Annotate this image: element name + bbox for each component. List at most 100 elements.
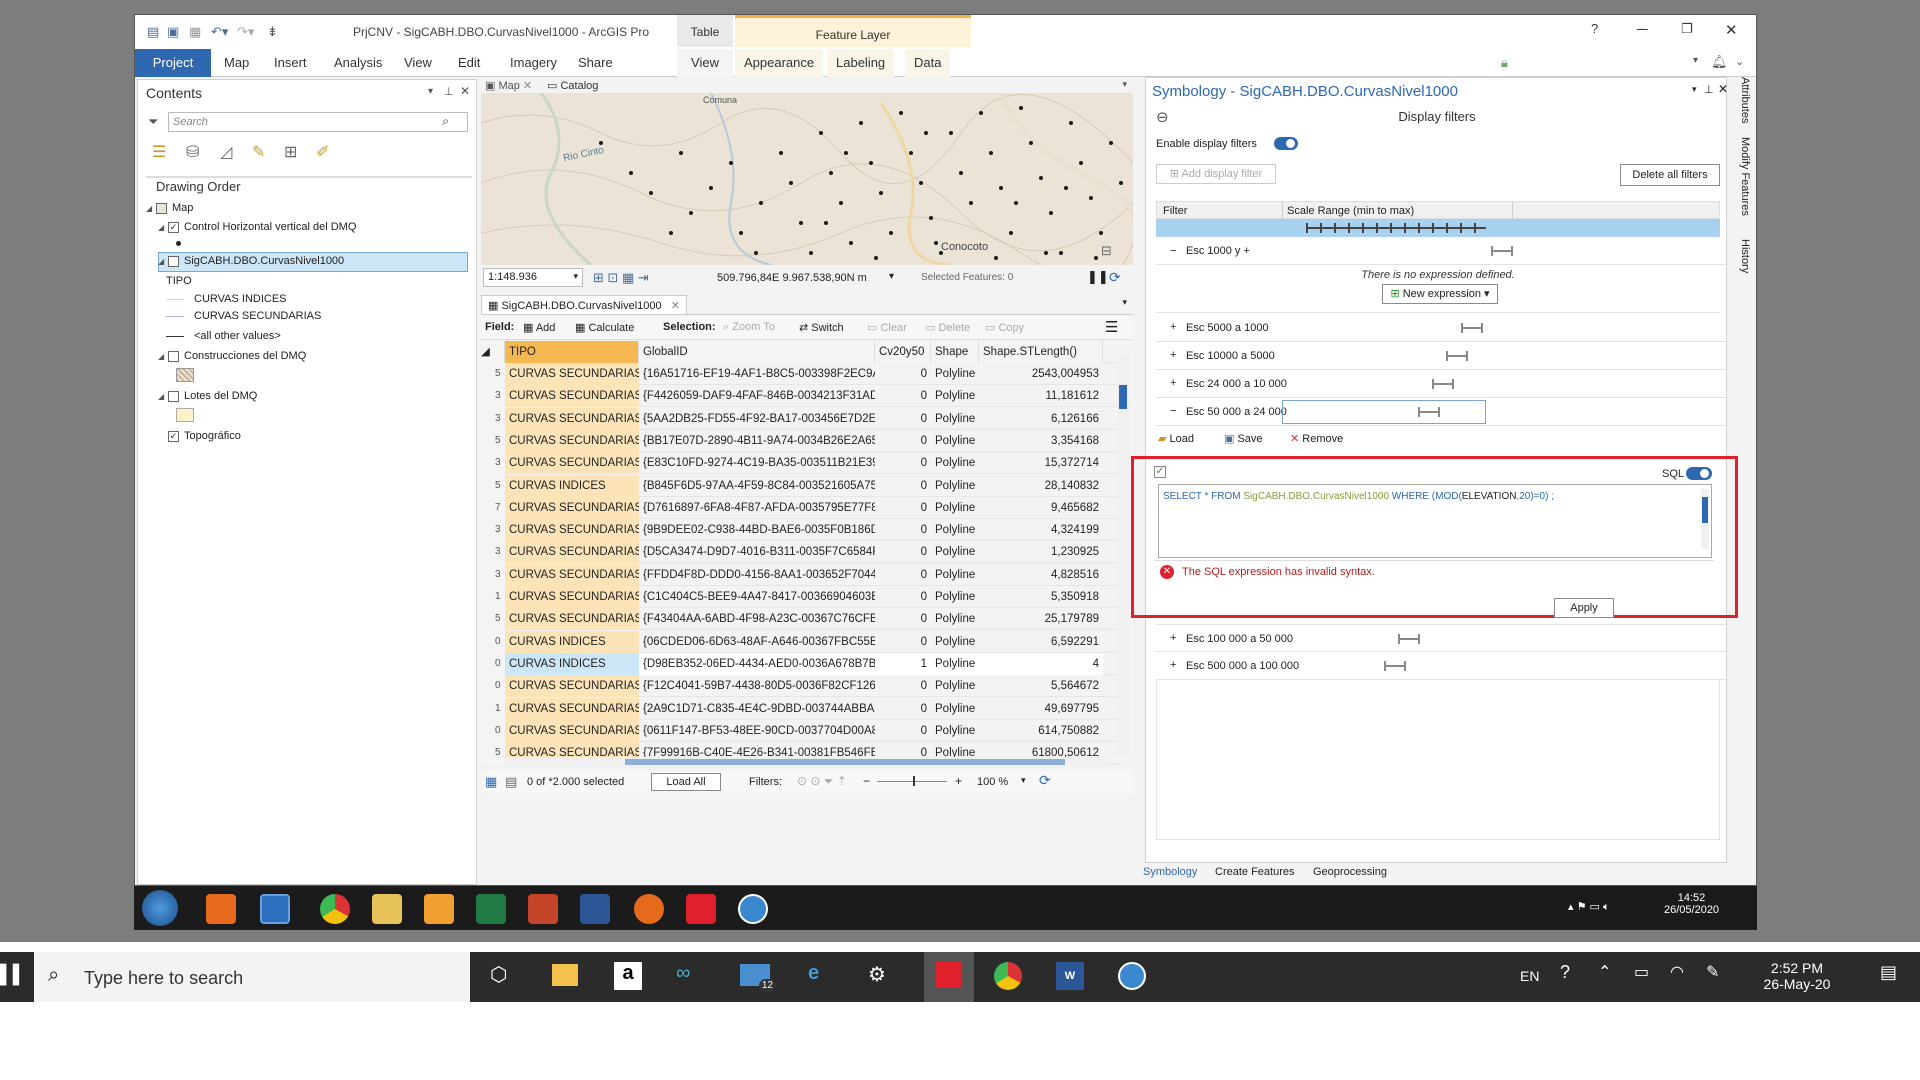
cell-cv20y50[interactable]: 1 — [875, 652, 931, 675]
tab-labeling[interactable]: Labeling — [827, 49, 895, 77]
ribbon-collapse-icon[interactable]: ⌄ — [1735, 55, 1744, 68]
signin-lock-icon[interactable]: 🔒︎ — [1501, 55, 1508, 71]
filter-icon[interactable]: ⏷ — [148, 114, 158, 130]
cell-stlength[interactable]: 9,465682 — [979, 497, 1103, 519]
row-header[interactable]: 3 — [481, 519, 505, 542]
cell-globalid[interactable]: {F12C4041-59B7-4438-80D5-0036F82CF126} — [639, 675, 875, 697]
cell-tipo[interactable]: CURVAS SECUNDARIAS — [505, 719, 639, 742]
cell-tipo[interactable]: CURVAS SECUNDARIAS — [505, 429, 639, 452]
language-indicator[interactable]: EN — [1520, 968, 1539, 984]
tab-project[interactable]: Project — [135, 49, 211, 77]
table-row[interactable]: 3 CURVAS SECUNDARIAS {E83C10FD-9274-4C19-B… — [481, 452, 1121, 475]
list-data-source-icon[interactable]: ⛁ — [186, 142, 199, 162]
inner-word-icon[interactable] — [580, 894, 610, 924]
cell-shape[interactable]: Polyline — [931, 564, 979, 586]
load-button[interactable]: ▰ Load — [1158, 432, 1194, 445]
attribute-table-tab[interactable]: ▦ SigCABH.DBO.CurvasNivel1000 ✕ — [481, 295, 687, 315]
save-icon[interactable]: ▦ — [189, 24, 201, 40]
row-header[interactable]: 3 — [481, 563, 505, 586]
cell-globalid[interactable]: {2A9C1D71-C835-4E4C-9DBD-003744ABBA28} — [639, 698, 875, 720]
action-center-icon[interactable]: ▤ — [1880, 962, 1897, 983]
cell-globalid[interactable]: {B845F6D5-97AA-4F59-8C84-003521605A75} — [639, 475, 875, 497]
cell-tipo[interactable]: CURVAS SECUNDARIAS — [505, 519, 639, 542]
symbology-options-icon[interactable]: ▾ — [1692, 84, 1697, 95]
open-project-icon[interactable]: ▣ — [167, 24, 179, 40]
col-shape[interactable]: Shape — [931, 341, 979, 363]
tab-map-view[interactable]: ▣ Map ✕ — [485, 79, 532, 92]
cell-shape[interactable]: Polyline — [931, 385, 979, 407]
table-row[interactable]: 5 CURVAS INDICES {B845F6D5-97AA-4F59-8C84-… — [481, 474, 1121, 497]
cell-cv20y50[interactable]: 0 — [875, 564, 931, 586]
cell-stlength[interactable]: 6,126166 — [979, 408, 1103, 430]
cell-tipo[interactable]: CURVAS SECUNDARIAS — [505, 563, 639, 586]
cell-cv20y50[interactable]: 0 — [875, 408, 931, 430]
cell-shape[interactable]: Polyline — [931, 408, 979, 430]
filter-esc-50000[interactable]: − Esc 50 000 a 24 000 — [1156, 398, 1726, 426]
sql-expression-editor[interactable]: SELECT * FROM SigCABH.DBO.CurvasNivel100… — [1158, 484, 1712, 558]
row-header[interactable]: 0 — [481, 719, 505, 742]
row-header[interactable]: 3 — [481, 385, 505, 408]
row-header[interactable]: 1 — [481, 586, 505, 608]
cell-tipo[interactable]: CURVAS SECUNDARIAS — [505, 608, 639, 631]
delete-all-filters-button[interactable]: Delete all filters — [1620, 164, 1720, 186]
legend-class-secundarias[interactable]: CURVAS SECUNDARIAS — [166, 310, 321, 322]
cell-globalid[interactable]: {0611F147-BF53-48EE-90CD-0037704D00A8} — [639, 720, 875, 742]
row-header[interactable]: 5 — [481, 608, 505, 631]
table-row[interactable]: 5 CURVAS SECUNDARIAS {BB17E07D-2890-4B11-9… — [481, 429, 1121, 452]
pane-options-icon[interactable]: ▾ — [428, 86, 433, 97]
tab-table-view[interactable]: View — [677, 49, 733, 77]
arcgis-icon[interactable] — [1118, 962, 1146, 990]
cell-shape[interactable]: Polyline — [931, 720, 979, 742]
table-row[interactable]: 3 CURVAS SECUNDARIAS {5AA2DB25-FD55-4F92-B… — [481, 407, 1121, 430]
side-tab-attributes[interactable]: Attributes — [1739, 77, 1751, 123]
tab-symbology[interactable]: Symbology — [1143, 866, 1197, 878]
add-field-button[interactable]: ▦ Add — [523, 321, 555, 334]
table-row[interactable]: 3 CURVAS SECUNDARIAS {9B9DEE02-C938-44BD-B… — [481, 519, 1121, 542]
cell-shape[interactable]: Polyline — [931, 608, 979, 630]
remove-button[interactable]: ✕ Remove — [1290, 432, 1343, 445]
inner-chrome-icon[interactable] — [320, 894, 350, 924]
cell-shape[interactable]: Polyline — [931, 497, 979, 519]
switch-selection-button[interactable]: ⇄ Switch — [799, 321, 844, 334]
row-header[interactable]: 5 — [481, 363, 505, 385]
minimize-button[interactable]: ─ — [1637, 21, 1648, 38]
table-vertical-scrollbar[interactable] — [1117, 355, 1129, 755]
inner-ie-icon[interactable] — [260, 894, 290, 924]
cell-globalid[interactable]: {BB17E07D-2890-4B11-9A74-0034B26E2A65} — [639, 430, 875, 452]
taskbar-search-box[interactable]: ⌕ Type here to search — [34, 952, 470, 1002]
filter5-scale-cell[interactable] — [1282, 400, 1486, 424]
col-tipo[interactable]: TIPO — [505, 341, 639, 363]
inner-clock[interactable]: 14:52 26/05/2020 — [1664, 892, 1719, 916]
row-header[interactable]: 5 — [481, 429, 505, 452]
expression-enabled-checkbox[interactable]: ✓ — [1154, 466, 1166, 478]
cell-tipo[interactable]: CURVAS SECUNDARIAS — [505, 452, 639, 475]
cell-stlength[interactable]: 1,230925 — [979, 541, 1103, 563]
cell-globalid[interactable]: {D5CA3474-D9D7-4016-B311-0035F7C6584F} — [639, 541, 875, 563]
cell-stlength[interactable]: 49,697795 — [979, 698, 1103, 720]
search-icon[interactable]: ⌕ — [442, 114, 449, 129]
layer1-checkbox[interactable]: ✓ — [168, 221, 179, 233]
map-overview-icon[interactable]: ⊟ — [1101, 243, 1112, 259]
pause-drawing-icon[interactable]: ❚❚ — [1087, 269, 1109, 285]
refresh-icon[interactable]: ⟳ — [1109, 269, 1121, 286]
row-header[interactable]: 0 — [481, 675, 505, 698]
cell-tipo[interactable]: CURVAS SECUNDARIAS — [505, 385, 639, 408]
filter3-scale-range[interactable] — [1446, 351, 1468, 361]
map-navigation-icons[interactable]: ⊞ ⊡ ▦ ⇥ — [593, 270, 649, 286]
table-refresh-icon[interactable]: ⟳ — [1039, 772, 1051, 789]
cell-cv20y50[interactable]: 0 — [875, 675, 931, 697]
inner-remote-icon[interactable] — [686, 894, 716, 924]
symbology-pin-icon[interactable]: ⊥ — [1704, 83, 1714, 96]
layer-lotes[interactable]: ◢ Lotes del DMQ — [158, 390, 257, 402]
table-horizontal-scrollbar[interactable] — [505, 757, 1105, 767]
battery-icon[interactable]: ▭ — [1634, 962, 1649, 982]
cell-cv20y50[interactable]: 0 — [875, 698, 931, 720]
cell-stlength[interactable]: 5,350918 — [979, 586, 1103, 608]
scale-selector[interactable]: 1:148.936 ▾ — [483, 268, 583, 287]
save-button[interactable]: ▣ Save — [1224, 432, 1263, 445]
inner-firefox-icon[interactable] — [634, 894, 664, 924]
table-row[interactable]: 0 CURVAS SECUNDARIAS {F12C4041-59B7-4438-8… — [481, 675, 1121, 698]
tree-map[interactable]: ◢ Map — [146, 202, 193, 214]
side-tab-modify-features[interactable]: Modify Features — [1739, 137, 1751, 216]
cell-shape[interactable]: Polyline — [931, 675, 979, 697]
